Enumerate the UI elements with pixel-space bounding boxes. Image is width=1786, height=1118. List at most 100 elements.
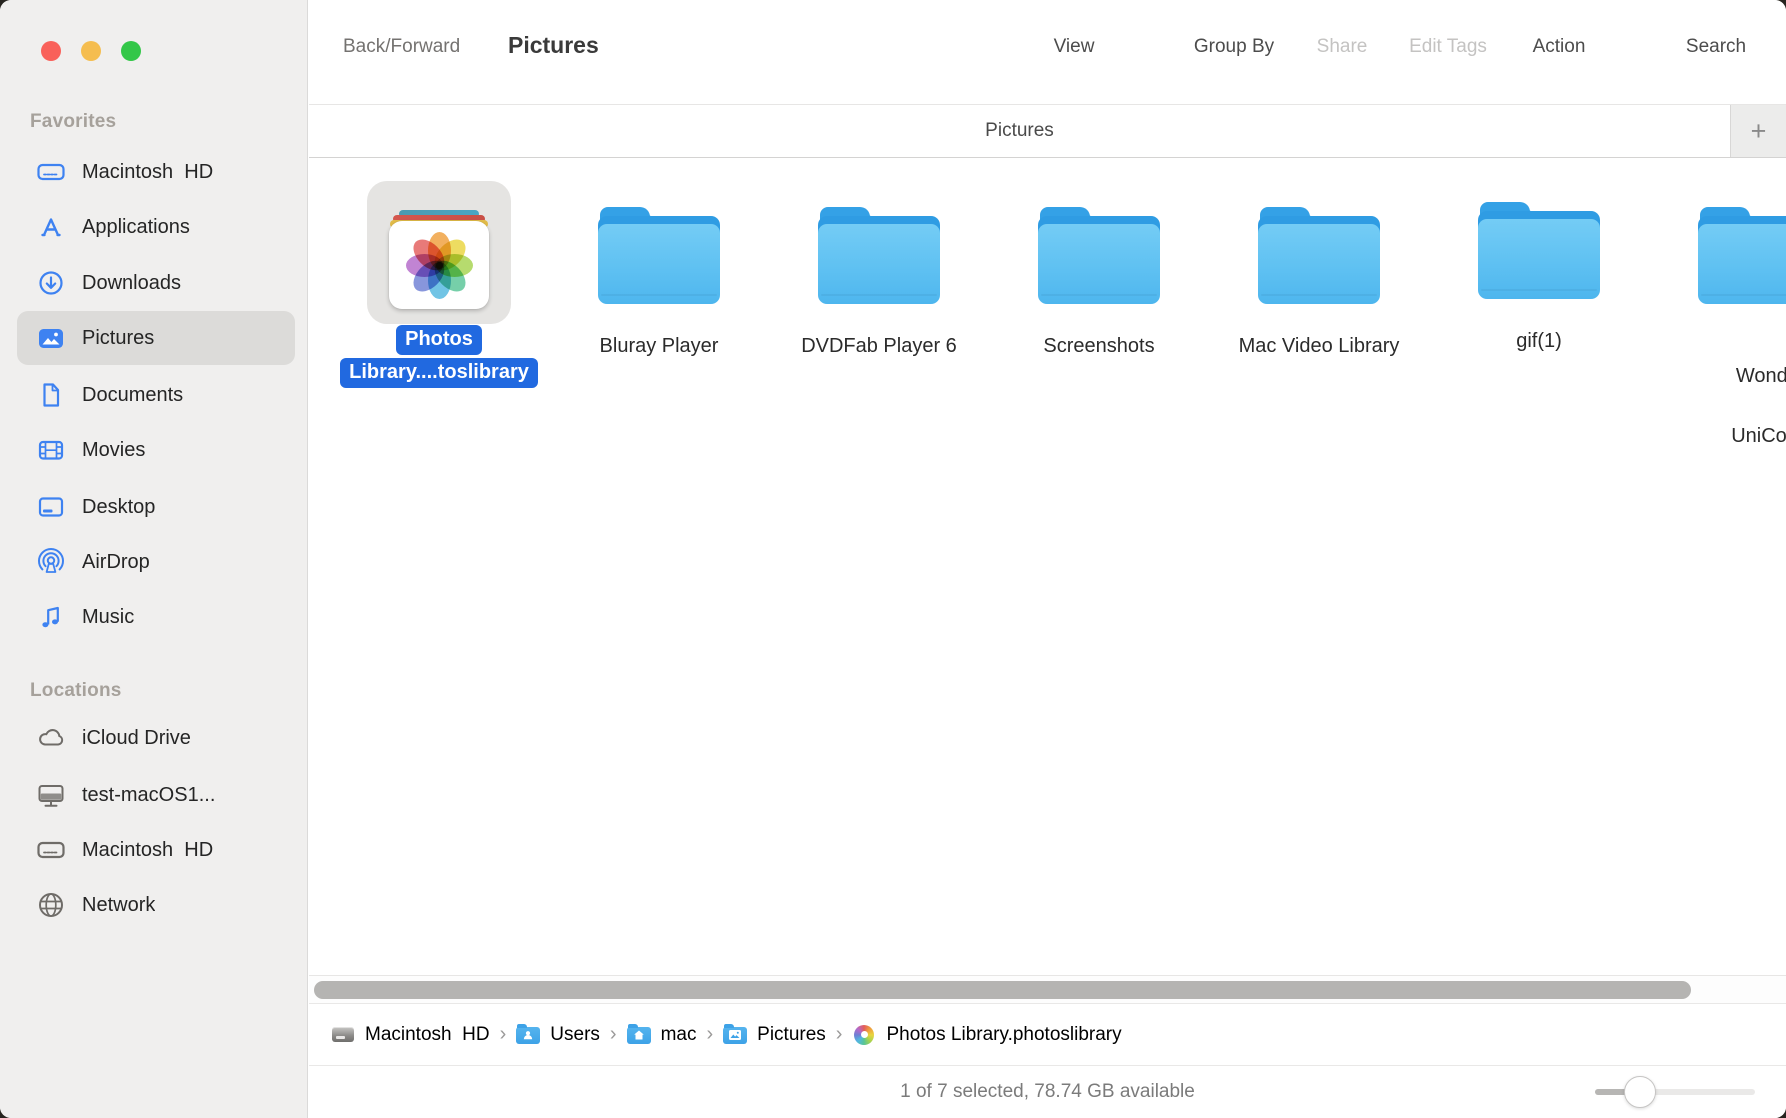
sidebar-item-label: Documents xyxy=(82,384,183,407)
folder-bluray-player[interactable]: Bluray Player xyxy=(549,181,769,361)
folder-icon xyxy=(1478,202,1600,299)
path-bar: Macintosh HD › Users › mac › Pictures › … xyxy=(309,1003,1786,1065)
sidebar: Favorites Macintosh HD Applications Down… xyxy=(0,0,308,1118)
sidebar-item-label: Applications xyxy=(82,216,190,239)
scrollbar-thumb[interactable] xyxy=(314,981,1691,999)
folder-mac-video-library[interactable]: Mac Video Library xyxy=(1209,181,1429,361)
close-window-button[interactable] xyxy=(41,41,61,61)
sidebar-item-icloud-drive[interactable]: iCloud Drive xyxy=(17,711,295,765)
sidebar-item-test-macos[interactable]: test-macOS1... xyxy=(17,768,295,822)
sidebar-item-macintosh-hd-location[interactable]: Macintosh HD xyxy=(17,823,295,877)
group-by-button[interactable]: Group By xyxy=(1194,36,1274,58)
folder-label: Mac Video Library xyxy=(1239,331,1400,361)
sidebar-item-airdrop[interactable]: AirDrop xyxy=(17,535,295,589)
folder-label: gif(1) xyxy=(1516,326,1562,356)
sidebar-item-network[interactable]: Network xyxy=(17,878,295,932)
music-note-icon xyxy=(34,601,68,633)
folder-icon xyxy=(598,207,720,304)
sidebar-item-label: Macintosh HD xyxy=(82,839,213,862)
folder-dvdfab-player-6[interactable]: DVDFab Player 6 xyxy=(769,181,989,361)
folder-users-icon xyxy=(516,1023,540,1047)
sidebar-item-downloads[interactable]: Downloads xyxy=(17,256,295,310)
sidebar-item-label: AirDrop xyxy=(82,551,150,574)
new-tab-button[interactable]: + xyxy=(1730,105,1786,157)
search-button[interactable]: Search xyxy=(1686,36,1746,58)
folder-icon xyxy=(818,207,940,304)
selected-icon-highlight xyxy=(367,181,511,324)
sidebar-section-favorites: Favorites xyxy=(30,111,116,133)
breadcrumb-separator: › xyxy=(836,1023,843,1046)
sidebar-item-desktop[interactable]: Desktop xyxy=(17,480,295,534)
hard-drive-icon xyxy=(331,1023,355,1047)
slider-thumb[interactable] xyxy=(1624,1076,1656,1108)
tab-pictures[interactable]: Pictures xyxy=(309,105,1730,157)
document-icon xyxy=(34,379,68,411)
icon-view: Photos Library....toslibrary Bluray Play… xyxy=(309,159,1786,975)
pictures-icon xyxy=(34,322,68,354)
zoom-window-button[interactable] xyxy=(121,41,141,61)
sidebar-item-pictures[interactable]: Pictures xyxy=(17,311,295,365)
minimize-window-button[interactable] xyxy=(81,41,101,61)
file-label-line1: Photos xyxy=(396,325,482,355)
sidebar-item-label: iCloud Drive xyxy=(82,727,191,750)
photos-app-icon xyxy=(852,1023,876,1047)
file-label-selected: Photos Library....toslibrary xyxy=(340,325,538,388)
share-button: Share xyxy=(1317,36,1368,58)
sidebar-item-label: Desktop xyxy=(82,496,155,519)
folder-label: Screenshots xyxy=(1043,331,1154,361)
folder-icon xyxy=(1258,207,1380,304)
sidebar-item-label: Network xyxy=(82,894,155,917)
folder-icon xyxy=(1038,207,1160,304)
globe-icon xyxy=(34,889,68,921)
sidebar-item-movies[interactable]: Movies xyxy=(17,423,295,477)
photos-app-icon xyxy=(389,221,489,309)
sidebar-section-locations: Locations xyxy=(30,680,122,702)
folder-gif-1[interactable]: gif(1) xyxy=(1429,176,1649,356)
film-icon xyxy=(34,434,68,466)
window-title: Pictures xyxy=(508,32,599,59)
sidebar-item-label: Downloads xyxy=(82,272,181,295)
sidebar-item-applications[interactable]: Applications xyxy=(17,200,295,254)
breadcrumb-users[interactable]: Users xyxy=(516,1023,600,1047)
toolbar: Back/Forward Pictures View Group By Shar… xyxy=(309,0,1786,104)
folder-label: Wondersh UniConvert xyxy=(1687,331,1786,481)
folder-screenshots[interactable]: Screenshots xyxy=(989,181,1209,361)
file-label-line2: Library....toslibrary xyxy=(340,358,538,388)
breadcrumb-pictures[interactable]: Pictures xyxy=(723,1023,826,1047)
folder-wondershare-uniconverter[interactable]: Wondersh UniConvert xyxy=(1649,181,1786,481)
sidebar-item-documents[interactable]: Documents xyxy=(17,368,295,422)
folder-pictures-icon xyxy=(723,1023,747,1047)
status-bar: 1 of 7 selected, 78.74 GB available xyxy=(309,1065,1786,1118)
app-store-icon xyxy=(34,211,68,243)
sidebar-item-label: Music xyxy=(82,606,134,629)
breadcrumb-macintosh-hd[interactable]: Macintosh HD xyxy=(331,1023,490,1047)
back-forward-button[interactable]: Back/Forward xyxy=(343,36,460,58)
finder-window: Favorites Macintosh HD Applications Down… xyxy=(0,0,1786,1118)
folder-icon xyxy=(1698,207,1786,304)
hard-drive-icon xyxy=(34,834,68,866)
horizontal-scrollbar[interactable] xyxy=(309,975,1786,1003)
cloud-icon xyxy=(34,722,68,754)
sidebar-item-label: Movies xyxy=(82,439,145,462)
action-button[interactable]: Action xyxy=(1533,36,1586,58)
folder-home-icon xyxy=(627,1023,651,1047)
breadcrumb-separator: › xyxy=(706,1023,713,1046)
sidebar-item-label: test-macOS1... xyxy=(82,784,215,807)
breadcrumb-separator: › xyxy=(500,1023,507,1046)
icon-size-slider[interactable] xyxy=(1595,1089,1755,1095)
view-button[interactable]: View xyxy=(1054,36,1095,58)
breadcrumb-photos-library[interactable]: Photos Library.photoslibrary xyxy=(852,1023,1121,1047)
display-icon xyxy=(34,779,68,811)
selection-status-text: 1 of 7 selected, 78.74 GB available xyxy=(309,1066,1786,1118)
folder-label: Bluray Player xyxy=(600,331,719,361)
sidebar-item-macintosh-hd[interactable]: Macintosh HD xyxy=(17,145,295,199)
sidebar-item-label: Pictures xyxy=(82,327,154,350)
tab-bar: Pictures + xyxy=(309,104,1786,158)
sidebar-item-music[interactable]: Music xyxy=(17,590,295,644)
airdrop-icon xyxy=(34,546,68,578)
edit-tags-button: Edit Tags xyxy=(1409,36,1487,58)
download-circle-icon xyxy=(34,267,68,299)
breadcrumb-mac[interactable]: mac xyxy=(627,1023,697,1047)
file-photos-library[interactable]: Photos Library....toslibrary xyxy=(329,181,549,388)
sidebar-item-label: Macintosh HD xyxy=(82,161,213,184)
